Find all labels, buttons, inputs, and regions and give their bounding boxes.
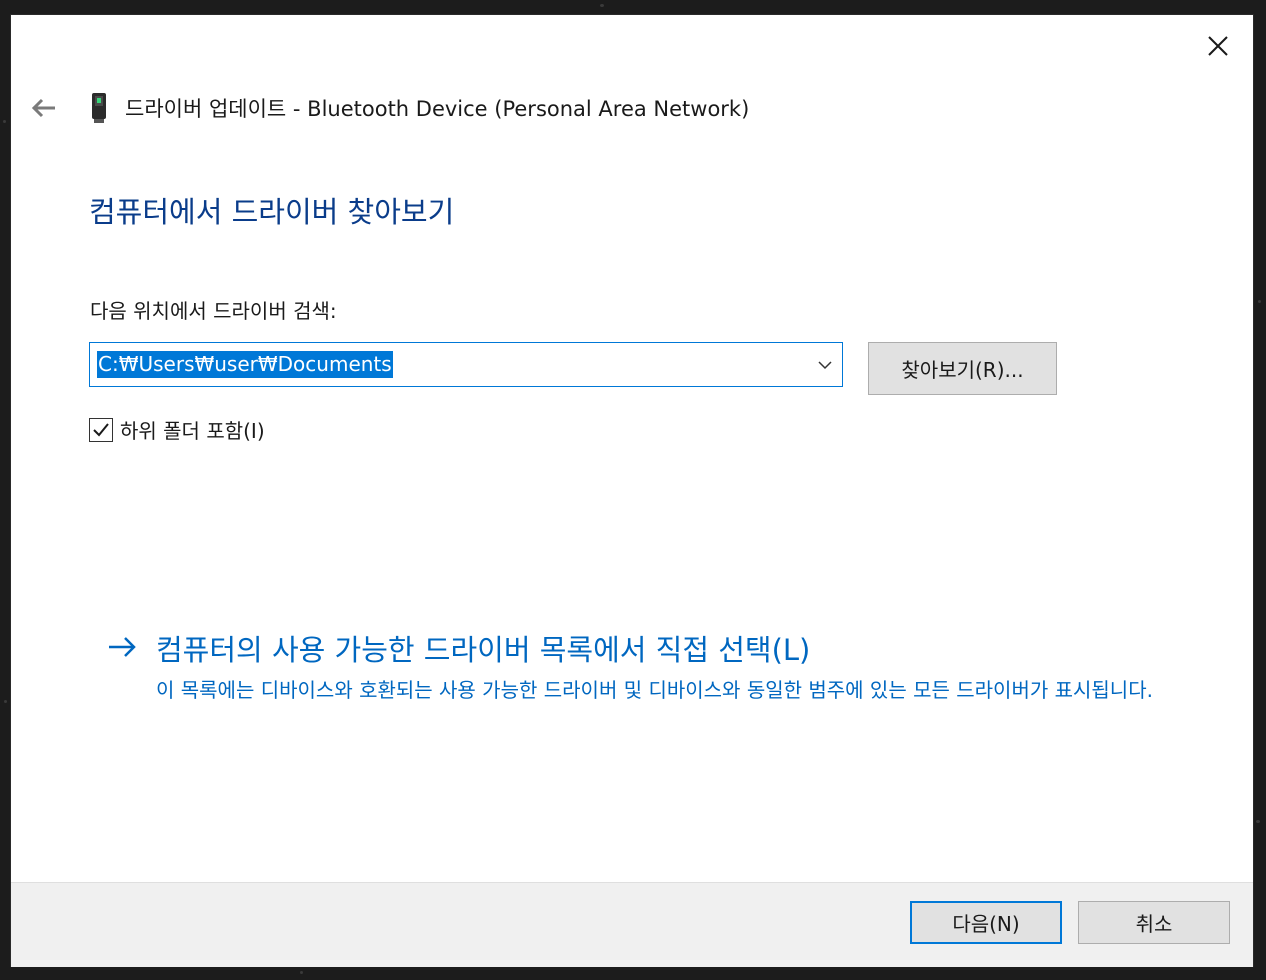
driver-path-input[interactable]: C:₩Users₩user₩Documents <box>97 351 393 378</box>
path-dropdown-button[interactable] <box>808 343 842 386</box>
backdrop-speck <box>3 120 6 123</box>
close-button[interactable] <box>1201 29 1235 63</box>
backdrop-speck <box>300 971 303 974</box>
backdrop-speck <box>600 4 604 7</box>
dialog-header: 드라이버 업데이트 - Bluetooth Device (Personal A… <box>29 91 749 125</box>
search-location-label: 다음 위치에서 드라이버 검색: <box>90 299 337 323</box>
browse-button[interactable]: 찾아보기(R)... <box>868 342 1057 395</box>
pick-from-list-link[interactable]: 컴퓨터의 사용 가능한 드라이버 목록에서 직접 선택(L) <box>156 627 810 669</box>
cancel-button[interactable]: 취소 <box>1078 901 1230 944</box>
next-button[interactable]: 다음(N) <box>910 901 1062 944</box>
arrow-right-icon <box>109 637 136 657</box>
backdrop-speck <box>1258 300 1261 303</box>
close-icon <box>1208 36 1228 56</box>
dialog-footer: 다음(N) 취소 <box>11 882 1253 967</box>
pick-from-list-description: 이 목록에는 디바이스와 호환되는 사용 가능한 드라이버 및 디바이스와 동일… <box>156 678 1153 702</box>
driver-path-combobox[interactable]: C:₩Users₩user₩Documents <box>89 342 843 387</box>
chevron-down-icon <box>818 360 832 369</box>
dialog-title: 드라이버 업데이트 - Bluetooth Device (Personal A… <box>125 97 750 121</box>
include-subfolders-checkbox[interactable]: 하위 폴더 포함(I) <box>89 415 265 444</box>
network-device-icon <box>92 93 106 123</box>
backdrop-speck <box>4 700 7 703</box>
checkbox-box[interactable] <box>89 417 113 442</box>
checkmark-icon <box>93 422 109 436</box>
page-heading: 컴퓨터에서 드라이버 찾아보기 <box>89 195 455 229</box>
back-button[interactable] <box>29 93 59 123</box>
backdrop-speck <box>1256 820 1260 823</box>
update-driver-dialog: 드라이버 업데이트 - Bluetooth Device (Personal A… <box>11 15 1253 967</box>
back-arrow-icon <box>31 98 55 118</box>
include-subfolders-label: 하위 폴더 포함(I) <box>120 419 265 443</box>
